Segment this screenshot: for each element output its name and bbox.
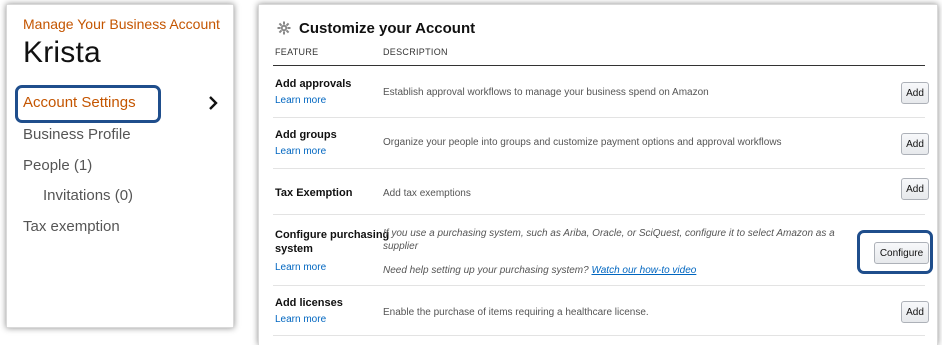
configure-button[interactable]: Configure [874, 242, 929, 264]
manage-account-title: Manage Your Business Account [23, 16, 220, 32]
gear-icon [277, 21, 291, 35]
column-header-feature: FEATURE [275, 47, 319, 57]
row-divider [273, 168, 925, 169]
page-title: Customize your Account [299, 20, 476, 37]
learn-more-link[interactable]: Learn more [275, 262, 326, 273]
learn-more-link[interactable]: Learn more [275, 95, 326, 106]
feature-name: Add groups [275, 129, 337, 141]
sidebar-item-tax-exemption[interactable]: Tax exemption [23, 218, 120, 235]
row-divider [273, 117, 925, 118]
feature-name: Tax Exemption [275, 187, 353, 199]
add-tax-exemption-button[interactable]: Add [901, 178, 929, 200]
row-divider [273, 285, 925, 286]
feature-description: Add tax exemptions [383, 188, 471, 199]
sidebar-item-invitations[interactable]: Invitations (0) [43, 187, 133, 204]
how-to-video-link[interactable]: Watch our how-to video [591, 265, 696, 276]
feature-description: Enable the purchase of items requiring a… [383, 307, 649, 318]
help-text: Need help setting up your purchasing sys… [383, 264, 696, 277]
row-divider [273, 335, 925, 336]
sidebar-item-business-profile[interactable]: Business Profile [23, 126, 131, 143]
feature-description: If you use a purchasing system, such as … [383, 228, 835, 252]
feature-description: Establish approval workflows to manage y… [383, 87, 709, 98]
help-question: Need help setting up your purchasing sys… [383, 265, 589, 276]
feature-name: Add approvals [275, 78, 352, 90]
account-sidebar: Manage Your Business Account Krista Acco… [6, 4, 234, 328]
feature-name: Add licenses [275, 297, 343, 309]
add-licenses-button[interactable]: Add [901, 301, 929, 323]
sidebar-item-account-settings[interactable]: Account Settings [23, 94, 136, 111]
feature-description: Organize your people into groups and cus… [383, 137, 782, 148]
column-header-description: DESCRIPTION [383, 47, 448, 57]
row-divider [273, 214, 925, 215]
customize-account-panel: Customize your Account FEATURE DESCRIPTI… [258, 4, 938, 345]
user-name: Krista [23, 36, 101, 69]
sidebar-item-people[interactable]: People (1) [23, 157, 92, 174]
add-groups-button[interactable]: Add [901, 133, 929, 155]
chevron-right-icon [209, 96, 218, 110]
header-divider [273, 65, 925, 66]
add-approvals-button[interactable]: Add [901, 82, 929, 104]
learn-more-link[interactable]: Learn more [275, 314, 326, 325]
feature-name: Configure purchasing system [275, 229, 390, 255]
learn-more-link[interactable]: Learn more [275, 146, 326, 157]
